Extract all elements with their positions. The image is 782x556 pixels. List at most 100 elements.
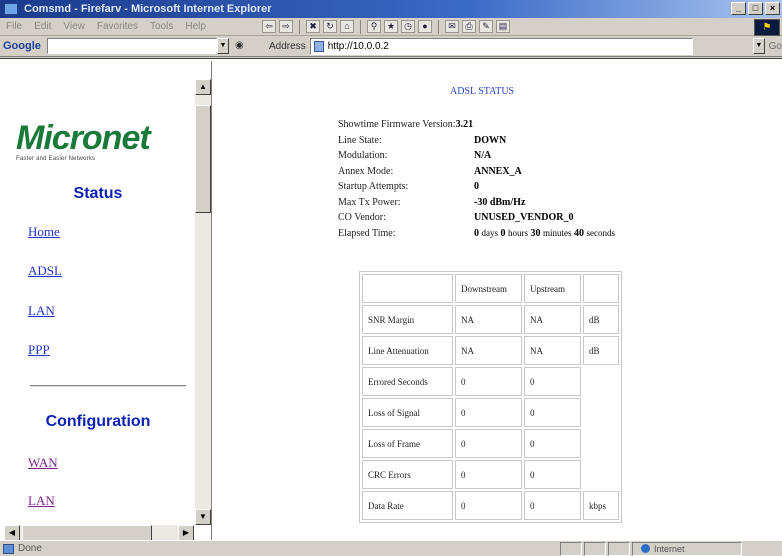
row-label: Loss of Signal bbox=[362, 398, 453, 427]
scroll-left-icon[interactable]: ◀ bbox=[4, 525, 20, 541]
menu-favorites[interactable]: Favorites bbox=[97, 21, 138, 32]
toolbar: ⇦ ⇨ ✖ ↻ ⌂ ⚲ ★ ◷ ● ✉ ⎙ ✎ ▤ bbox=[262, 19, 510, 34]
discuss-icon[interactable]: ▤ bbox=[496, 20, 510, 33]
info-row: Startup Attempts: 0 bbox=[338, 179, 615, 195]
refresh-icon[interactable]: ↻ bbox=[323, 20, 337, 33]
unit-cell: dB bbox=[583, 305, 619, 334]
downstream-value: 0 bbox=[455, 491, 522, 520]
nav-link-wan[interactable]: WAN bbox=[28, 455, 58, 471]
media-icon[interactable]: ● bbox=[418, 20, 432, 33]
downstream-value: NA bbox=[455, 336, 522, 365]
nav-horizontal-scrollbar[interactable]: ◀ ▶ bbox=[4, 525, 194, 541]
upstream-value: 0 bbox=[524, 429, 581, 458]
info-row: Line State: DOWN bbox=[338, 133, 615, 149]
info-value: 0 bbox=[474, 181, 479, 193]
upstream-value: NA bbox=[524, 336, 581, 365]
upstream-value: 0 bbox=[524, 367, 581, 396]
nav-link-adsl[interactable]: ADSL bbox=[28, 263, 62, 279]
info-value: ANNEX_A bbox=[474, 165, 522, 177]
elapsed-hours-unit: hours bbox=[508, 228, 528, 239]
info-row: Max Tx Power: -30 dBm/Hz bbox=[338, 195, 615, 211]
table-corner-cell bbox=[362, 274, 453, 303]
page-icon bbox=[313, 40, 324, 52]
info-value: DOWN bbox=[474, 134, 507, 146]
search-icon[interactable]: ⚲ bbox=[367, 20, 381, 33]
status-text-area: Done bbox=[0, 543, 560, 554]
micronet-logo: Micronet Faster and Easier Networks bbox=[16, 121, 186, 162]
row-label: Line Attenuation bbox=[362, 336, 453, 365]
menu-toolbar-row: File Edit View Favorites Tools Help ⇦ ⇨ … bbox=[0, 18, 782, 36]
address-input[interactable]: http://10.0.0.2 bbox=[309, 37, 694, 55]
menu-help[interactable]: Help bbox=[185, 21, 206, 32]
menu-tools[interactable]: Tools bbox=[150, 21, 173, 32]
scroll-down-icon[interactable]: ▼ bbox=[195, 509, 211, 525]
row-label: Loss of Frame bbox=[362, 429, 453, 458]
downstream-value: NA bbox=[455, 305, 522, 334]
menu-bar: File Edit View Favorites Tools Help bbox=[0, 21, 262, 32]
page-content: Micronet Faster and Easier Networks Stat… bbox=[0, 58, 782, 541]
toolbar-separator bbox=[438, 19, 439, 34]
table-row: Errored Seconds 0 0 bbox=[362, 367, 619, 396]
minimize-button[interactable]: _ bbox=[731, 2, 746, 15]
home-icon[interactable]: ⌂ bbox=[340, 20, 354, 33]
firmware-row: Showtime Firmware Version: 3.21 bbox=[338, 117, 615, 133]
row-label: CRC Errors bbox=[362, 460, 453, 489]
upstream-value: 0 bbox=[524, 460, 581, 489]
binoculars-icon[interactable]: ◉ bbox=[235, 40, 249, 52]
nav-link-ppp[interactable]: PPP bbox=[28, 342, 50, 358]
address-dropdown-icon[interactable]: ▼ bbox=[753, 38, 765, 54]
google-search-input[interactable] bbox=[47, 38, 217, 54]
table-row: Loss of Frame 0 0 bbox=[362, 429, 619, 458]
globe-icon bbox=[641, 544, 650, 553]
nav-vertical-scrollbar[interactable]: ▲ ▼ bbox=[195, 79, 211, 525]
column-header-downstream: Downstream bbox=[455, 274, 522, 303]
status-text: Done bbox=[18, 543, 42, 554]
ie-icon bbox=[4, 3, 18, 15]
row-label: Data Rate bbox=[362, 491, 453, 520]
window-controls: _ □ × bbox=[731, 2, 780, 15]
scroll-thumb[interactable] bbox=[195, 105, 211, 213]
firmware-label: Showtime Firmware Version: bbox=[338, 119, 456, 131]
adsl-info: Showtime Firmware Version: 3.21 Line Sta… bbox=[338, 117, 615, 241]
address-url: http://10.0.0.2 bbox=[327, 40, 389, 52]
elapsed-seconds-unit: seconds bbox=[586, 228, 616, 239]
google-logo[interactable]: Google bbox=[3, 40, 47, 52]
brand-name: Micronet bbox=[16, 119, 151, 157]
maximize-button[interactable]: □ bbox=[748, 2, 763, 15]
forward-arrow-icon[interactable]: ⇨ bbox=[279, 20, 293, 33]
back-arrow-icon[interactable]: ⇦ bbox=[262, 20, 276, 33]
menu-view[interactable]: View bbox=[63, 21, 85, 32]
edit-icon[interactable]: ✎ bbox=[479, 20, 493, 33]
nav-link-home[interactable]: Home bbox=[28, 224, 60, 240]
info-value: UNUSED_VENDOR_0 bbox=[474, 212, 574, 224]
google-toolbar: Google ▼ ◉ bbox=[0, 38, 249, 54]
windows-logo-throbber: ⚑ bbox=[754, 19, 780, 36]
title-bar: Comsmd - Firefarv - Microsoft Internet E… bbox=[0, 0, 782, 18]
address-row: Google ▼ ◉ Address http://10.0.0.2 ▼ Go bbox=[0, 36, 782, 57]
empty-unit-cell bbox=[583, 429, 619, 458]
print-icon[interactable]: ⎙ bbox=[462, 20, 476, 33]
info-label: Line State: bbox=[338, 134, 382, 146]
scroll-right-icon[interactable]: ▶ bbox=[178, 525, 194, 541]
row-label: SNR Margin bbox=[362, 305, 453, 334]
close-button[interactable]: × bbox=[765, 2, 780, 15]
stop-icon[interactable]: ✖ bbox=[306, 20, 320, 33]
nav-link-config-lan[interactable]: LAN bbox=[28, 493, 55, 509]
history-icon[interactable]: ◷ bbox=[401, 20, 415, 33]
address-label: Address bbox=[269, 40, 306, 52]
menu-edit[interactable]: Edit bbox=[34, 21, 51, 32]
downstream-value: 0 bbox=[455, 398, 522, 427]
chevron-down-icon[interactable]: ▼ bbox=[217, 38, 229, 54]
mail-icon[interactable]: ✉ bbox=[445, 20, 459, 33]
info-label: CO Vendor: bbox=[338, 212, 386, 224]
elapsed-minutes: 30 bbox=[530, 227, 541, 239]
hscroll-thumb[interactable] bbox=[22, 525, 152, 541]
nav-link-lan[interactable]: LAN bbox=[28, 303, 55, 319]
info-row: CO Vendor: UNUSED_VENDOR_0 bbox=[338, 210, 615, 226]
info-label: Annex Mode: bbox=[338, 165, 394, 177]
favorites-icon[interactable]: ★ bbox=[384, 20, 398, 33]
scroll-up-icon[interactable]: ▲ bbox=[195, 79, 211, 95]
go-button[interactable]: Go bbox=[769, 41, 782, 52]
row-label: Errored Seconds bbox=[362, 367, 453, 396]
menu-file[interactable]: File bbox=[6, 21, 22, 32]
